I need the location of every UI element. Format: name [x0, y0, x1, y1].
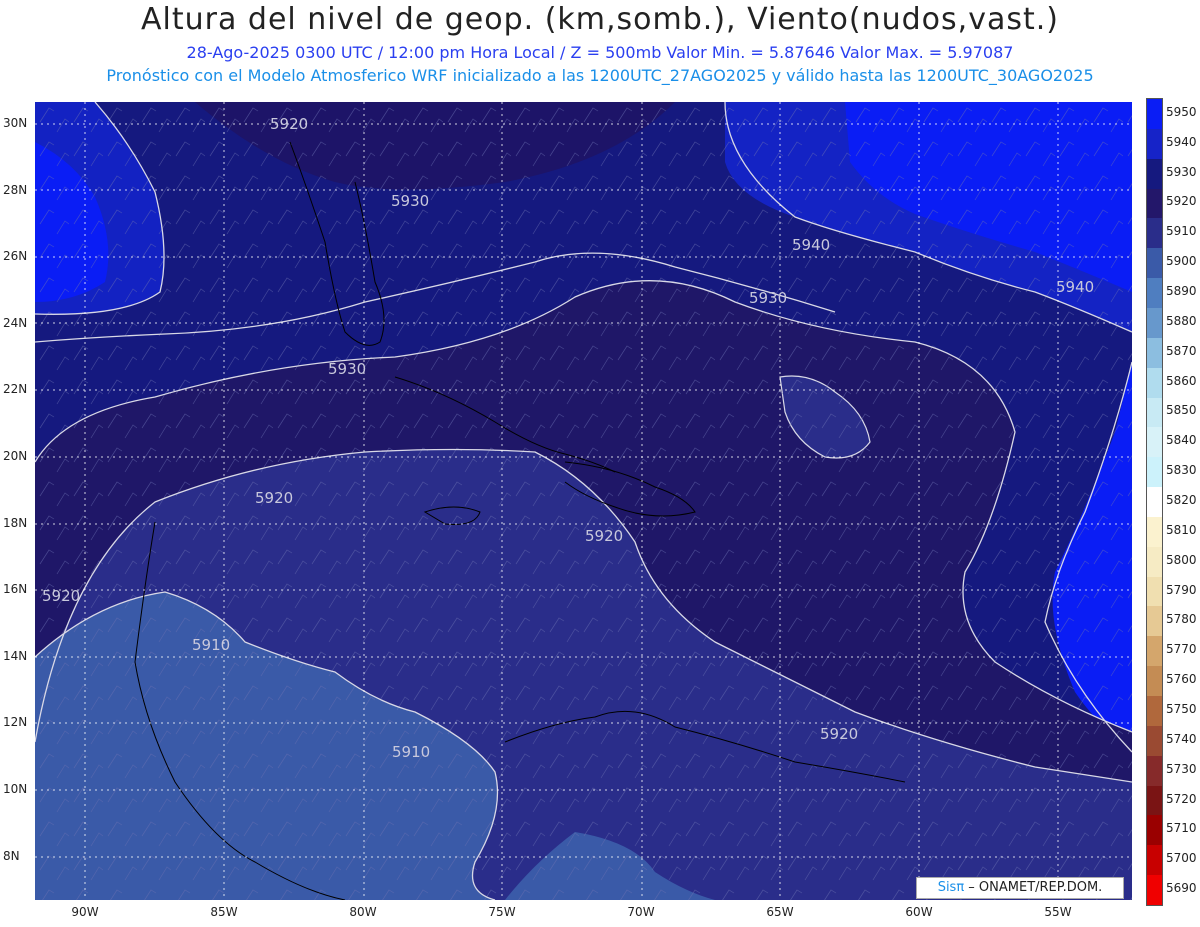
colorbar-segment [1147, 606, 1162, 637]
colorbar-segment [1147, 278, 1162, 309]
lon-label-75W: 75W [488, 905, 516, 919]
colorbar-label-5800: 5800 [1166, 552, 1197, 567]
lat-label-18N: 18N [3, 515, 28, 530]
colorbar-segment [1147, 487, 1162, 518]
contour-label-5940-atlantic: 5940 [792, 236, 830, 254]
contour-label-5920-west: 5920 [42, 587, 80, 605]
colorbar-segment [1147, 128, 1162, 160]
colorbar-label-5910: 5910 [1166, 224, 1197, 239]
colorbar-label-5870: 5870 [1166, 343, 1197, 358]
colorbar-label-5860: 5860 [1166, 373, 1197, 388]
credit-box: Sisπ – ONAMET/REP.DOM. [916, 877, 1124, 899]
lon-label-85W: 85W [210, 905, 238, 919]
colorbar-segment [1147, 576, 1162, 607]
colorbar-label-5820: 5820 [1166, 493, 1197, 507]
lat-label-16N: 16N [3, 582, 28, 597]
lon-label-80W: 80W [349, 905, 377, 919]
map-title: Altura del nivel de geop. (km,somb.), Vi… [141, 2, 1059, 37]
colorbar-segment [1147, 875, 1162, 906]
lat-label-12N: 12N [3, 715, 28, 730]
contour-label-5930-cuba: 5930 [328, 360, 366, 378]
contour-label-5940-east: 5940 [1056, 278, 1094, 296]
contour-label-5920-north: 5920 [270, 115, 308, 133]
contour-label-5930-bahamas: 5930 [391, 192, 429, 210]
colorbar-segment [1147, 158, 1162, 190]
contour-label-5920-southeast: 5920 [820, 725, 858, 743]
colorbar-label-5790: 5790 [1166, 582, 1197, 597]
lat-label-30N: 30N [3, 116, 28, 130]
contour-label-5910-honduras: 5910 [192, 636, 230, 654]
geopotential-map[interactable]: 5920 5930 5940 5930 5940 5930 5920 5920 … [35, 102, 1132, 900]
colorbar-label-5700: 5700 [1166, 851, 1197, 866]
colorbar-label-5750: 5750 [1166, 701, 1197, 716]
colorbar-label-5730: 5730 [1166, 761, 1197, 776]
map-subtitle-model-info: Pronóstico con el Modelo Atmosferico WRF… [106, 66, 1094, 85]
colorbar-label-5880: 5880 [1166, 313, 1197, 328]
colorbar-label-5770: 5770 [1166, 642, 1197, 657]
lat-label-22N: 22N [3, 382, 28, 397]
colorbar-segment [1147, 337, 1162, 369]
colorbar-segment [1147, 755, 1162, 787]
colorbar-label-5810: 5810 [1166, 522, 1197, 537]
credit-brand: Sisπ [937, 880, 965, 895]
contour-label-5920-caribbean: 5920 [585, 527, 623, 545]
lon-label-55W: 55W [1044, 905, 1072, 919]
colorbar-label-5780: 5780 [1166, 612, 1197, 627]
colorbar-segment [1147, 636, 1162, 667]
colorbar-segment [1147, 815, 1162, 846]
colorbar [1146, 98, 1163, 906]
map-subtitle-valid-time: 28-Ago-2025 0300 UTC / 12:00 pm Hora Loc… [186, 43, 1014, 62]
lat-label-28N: 28N [3, 182, 28, 197]
colorbar-label-5850: 5850 [1166, 403, 1197, 418]
colorbar-segment [1147, 99, 1162, 130]
lon-label-65W: 65W [766, 905, 794, 919]
colorbar-label-5760: 5760 [1166, 672, 1197, 687]
contour-label-5910-panama: 5910 [392, 743, 430, 761]
colorbar-segment [1147, 845, 1162, 876]
colorbar-label-5890: 5890 [1166, 284, 1197, 299]
colorbar-segment [1147, 218, 1162, 249]
lat-label-10N: 10N [3, 782, 28, 796]
colorbar-segment [1147, 457, 1162, 488]
colorbar-segment [1147, 666, 1162, 697]
lon-label-70W: 70W [627, 905, 655, 919]
colorbar-label-5720: 5720 [1166, 791, 1197, 806]
colorbar-label-5740: 5740 [1166, 731, 1197, 746]
colorbar-label-5830: 5830 [1166, 463, 1197, 478]
colorbar-segment [1147, 397, 1162, 428]
lon-label-90W: 90W [71, 905, 99, 919]
colorbar-segment [1147, 427, 1162, 458]
colorbar-segment [1147, 546, 1162, 578]
colorbar-label-5900: 5900 [1166, 254, 1197, 269]
colorbar-label-5920: 5920 [1166, 194, 1197, 209]
colorbar-label-5930: 5930 [1166, 164, 1197, 179]
colorbar-segment [1147, 725, 1162, 757]
colorbar-segment [1147, 307, 1162, 339]
lat-label-20N: 20N [3, 449, 28, 463]
colorbar-segment [1147, 248, 1162, 279]
lat-label-24N: 24N [3, 315, 28, 330]
colorbar-label-5690: 5690 [1166, 881, 1197, 896]
lat-label-26N: 26N [3, 249, 28, 264]
contour-label-5920-gulf: 5920 [255, 489, 293, 507]
colorbar-label-5710: 5710 [1166, 821, 1197, 836]
wind-barbs [35, 102, 1132, 900]
colorbar-label-5840: 5840 [1166, 433, 1197, 448]
contour-label-5930-atlantic: 5930 [749, 289, 787, 307]
colorbar-segment [1147, 516, 1162, 548]
lat-label-14N: 14N [3, 648, 28, 663]
colorbar-segment [1147, 696, 1162, 727]
credit-org: – ONAMET/REP.DOM. [964, 880, 1103, 895]
map-canvas: 5920 5930 5940 5930 5940 5930 5920 5920 … [35, 102, 1132, 900]
colorbar-segment [1147, 785, 1162, 816]
colorbar-segment [1147, 188, 1162, 219]
colorbar-segment [1147, 367, 1162, 398]
colorbar-label-5940: 5940 [1166, 134, 1197, 149]
lat-label-8N: 8N [3, 848, 20, 863]
lon-label-60W: 60W [905, 905, 933, 919]
colorbar-label-5950: 5950 [1166, 104, 1197, 119]
